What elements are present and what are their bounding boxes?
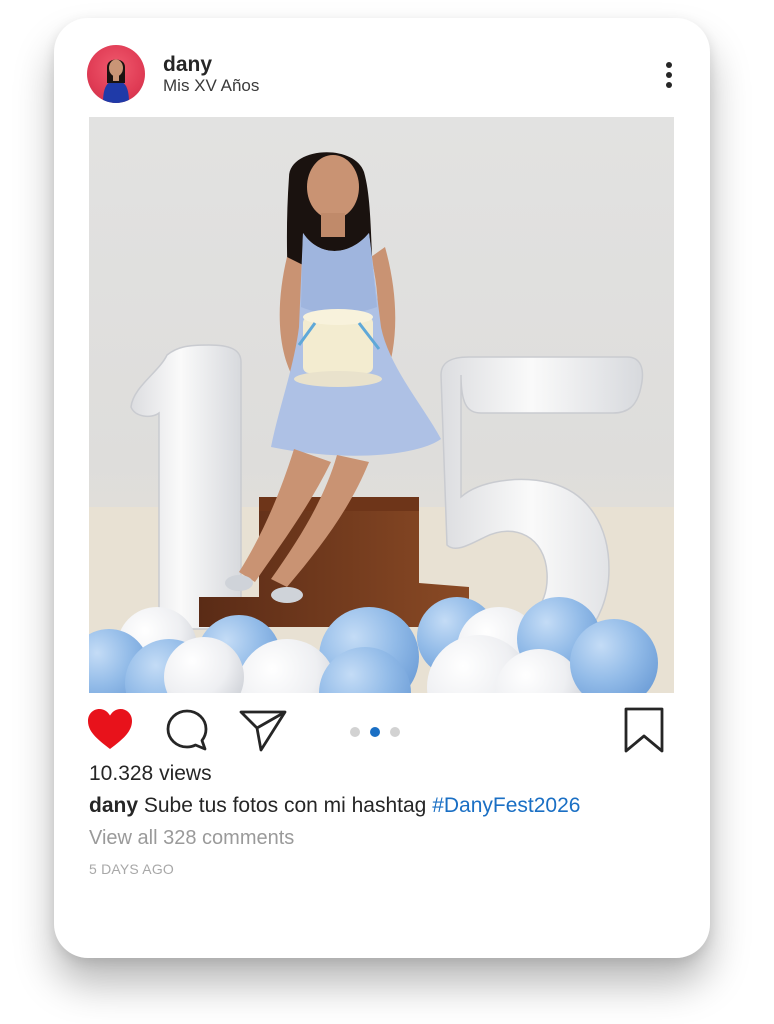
carousel-dot-1[interactable] [350, 727, 360, 737]
post-photo [89, 117, 674, 693]
post-card: dany Mis XV Años 10.328 views dany Sube … [54, 18, 710, 958]
carousel-dot-3[interactable] [390, 727, 400, 737]
views-count: 10.328 views [89, 762, 212, 785]
view-all-comments-link[interactable]: View all 328 comments [89, 827, 294, 850]
photo-illustration [89, 152, 674, 693]
more-options-icon[interactable] [657, 58, 681, 92]
carousel-dot-2[interactable] [370, 727, 380, 737]
caption-text: Sube tus fotos con mi hashtag [138, 794, 433, 817]
avatar-image [103, 59, 129, 103]
post-username[interactable]: dany [163, 53, 212, 77]
caption-username[interactable]: dany [89, 794, 138, 817]
bookmark-icon[interactable] [622, 706, 666, 754]
avatar[interactable] [87, 45, 145, 103]
post-location[interactable]: Mis XV Años [163, 76, 259, 96]
send-icon[interactable] [238, 708, 288, 752]
hashtag-link[interactable]: #DanyFest2026 [432, 794, 580, 817]
comment-bubble-icon[interactable] [165, 708, 209, 752]
heart-icon[interactable] [86, 708, 134, 750]
post-timestamp: 5 DAYS AGO [89, 861, 174, 877]
post-caption: dany Sube tus fotos con mi hashtag #Dany… [89, 794, 580, 818]
